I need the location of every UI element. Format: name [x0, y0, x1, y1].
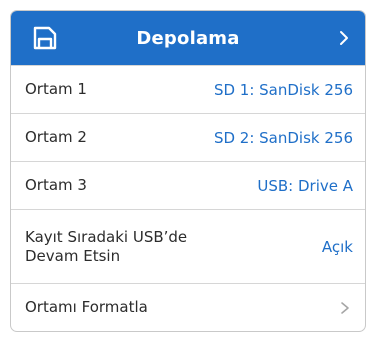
media-2-row[interactable]: Ortam 2 SD 2: SanDisk 256	[11, 113, 365, 161]
storage-panel: Depolama Ortam 1 SD 1: SanDisk 256 Ortam…	[10, 10, 366, 332]
format-media-row[interactable]: Ortamı Formatla	[11, 283, 365, 331]
format-media-label: Ortamı Formatla	[25, 298, 148, 316]
media-1-label: Ortam 1	[25, 80, 87, 98]
media-3-label: Ortam 3	[25, 176, 87, 194]
storage-header[interactable]: Depolama	[11, 11, 365, 65]
chevron-right-icon	[340, 31, 348, 45]
media-1-row[interactable]: Ortam 1 SD 1: SanDisk 256	[11, 65, 365, 113]
continue-recording-usb-label: Kayıt Sıradaki USB’de Devam Etsin	[25, 227, 188, 265]
page-title: Depolama	[136, 27, 240, 49]
continue-recording-usb-value: Açık	[321, 237, 353, 256]
media-2-label: Ortam 2	[25, 128, 87, 146]
continue-recording-usb-row[interactable]: Kayıt Sıradaki USB’de Devam Etsin Açık	[11, 209, 365, 283]
media-1-value: SD 1: SanDisk 256	[213, 80, 353, 99]
media-3-value: USB: Drive A	[257, 176, 353, 195]
chevron-right-icon	[341, 301, 349, 314]
media-2-value: SD 2: SanDisk 256	[213, 128, 353, 147]
media-3-row[interactable]: Ortam 3 USB: Drive A	[11, 161, 365, 209]
